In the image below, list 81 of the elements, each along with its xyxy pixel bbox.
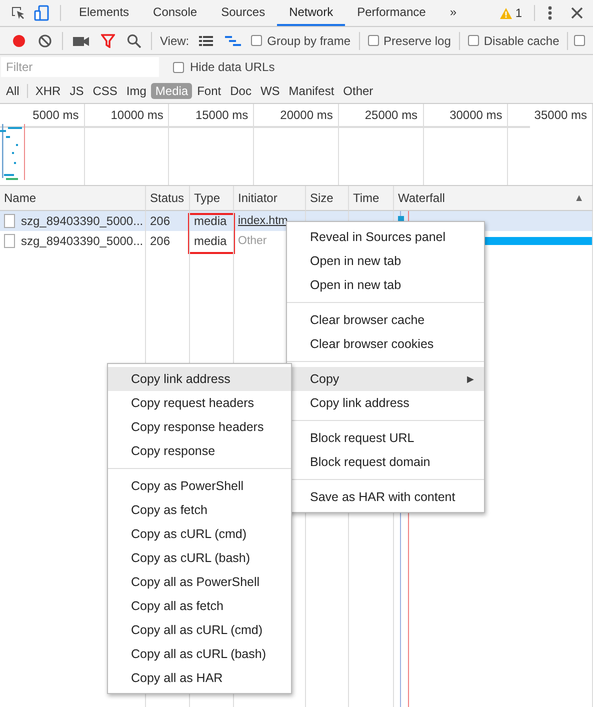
menu-item[interactable]: Open in new tab	[287, 249, 484, 273]
menu-item[interactable]: Copy response	[108, 439, 291, 463]
time-tick: 10000 ms	[110, 108, 164, 122]
checkbox[interactable]	[574, 35, 586, 46]
menu-item[interactable]: Copy as PowerShell	[108, 474, 291, 498]
file-icon	[4, 234, 15, 248]
menu-item[interactable]: Copy all as cURL (cmd)	[108, 618, 291, 642]
request-name[interactable]: szg_89403390_5000...	[21, 234, 144, 248]
menu-item[interactable]: Reveal in Sources panel	[287, 225, 484, 249]
more-tabs-button[interactable]: »	[438, 0, 468, 26]
type-filter[interactable]: Other	[339, 83, 378, 99]
time-tick: 25000 ms	[364, 108, 418, 122]
close-icon[interactable]	[571, 7, 583, 19]
panel-tab[interactable]: Console	[141, 0, 210, 26]
table-cell: media	[194, 234, 227, 248]
menu-item-label: Copy	[310, 372, 340, 386]
type-filter[interactable]: Img	[122, 83, 150, 99]
record-stop-icon[interactable]	[12, 34, 26, 48]
panel-tab[interactable]: Sources	[209, 0, 278, 26]
inspect-icon[interactable]	[10, 5, 26, 21]
table-cell: Other	[238, 235, 267, 247]
type-filter[interactable]: Doc	[226, 83, 256, 99]
type-filter[interactable]: All	[2, 83, 24, 99]
menu-item[interactable]: Copy as fetch	[108, 498, 291, 522]
time-tick: 20000 ms	[280, 108, 333, 122]
table-cell: 206	[150, 234, 170, 248]
checkbox[interactable]	[251, 35, 262, 46]
camera-icon[interactable]	[73, 34, 89, 46]
column-header[interactable]: Waterfall	[398, 191, 445, 205]
type-filter[interactable]: Font	[193, 83, 226, 99]
checkbox[interactable]	[368, 35, 379, 46]
device-icon[interactable]	[34, 5, 50, 21]
time-tick: 35000 ms	[534, 108, 587, 122]
menu-item[interactable]: Copy as cURL (cmd)	[108, 522, 291, 546]
checkbox[interactable]	[173, 62, 184, 72]
list-view-icon[interactable]	[199, 34, 214, 46]
filter-field[interactable]: Filter	[1, 57, 159, 77]
menu-item[interactable]: Clear browser cache	[287, 308, 484, 332]
type-filter[interactable]: CSS	[88, 83, 122, 99]
clear-icon[interactable]	[38, 34, 52, 48]
request-name[interactable]: szg_89403390_5000...	[21, 214, 144, 228]
type-filter[interactable]: XHR	[31, 83, 65, 99]
highlight-box	[188, 213, 235, 254]
warning-counter[interactable]: 1	[494, 0, 528, 26]
menu-item[interactable]: Copy request headers	[108, 391, 291, 415]
menu-item[interactable]: Clear browser cookies	[287, 332, 484, 356]
checkbox-label: Hide data URLs	[190, 60, 275, 74]
activity-drawing	[0, 122, 26, 180]
warning-icon	[500, 8, 512, 18]
time-tick: 30000 ms	[450, 108, 502, 122]
view-label: View:	[159, 34, 190, 48]
checkbox-label: Disable cache	[484, 34, 560, 48]
submenu-arrow-icon: ▶	[467, 374, 474, 384]
menu-item[interactable]: Open in new tab	[287, 273, 484, 297]
waterfall-view-icon[interactable]	[225, 34, 242, 46]
column-header[interactable]: Name	[4, 191, 36, 205]
menu-item[interactable]: Copy response headers	[108, 415, 291, 439]
panel-tab[interactable]: Elements	[67, 0, 142, 26]
initiator-link[interactable]: index.htm	[238, 215, 288, 227]
menu-item[interactable]: Copy all as HAR	[108, 666, 291, 690]
menu-item[interactable]: Copy all as PowerShell	[108, 570, 291, 594]
menu-item[interactable]: Copy link address	[108, 367, 291, 391]
time-tick: 15000 ms	[195, 108, 248, 122]
panel-tab[interactable]: Performance	[345, 0, 438, 26]
table-cell: media	[194, 214, 227, 228]
time-tick: 5000 ms	[32, 108, 79, 122]
type-filter[interactable]: Manifest	[284, 83, 338, 99]
warning-count: 1	[515, 6, 522, 20]
checkbox-label: Preserve log	[384, 34, 451, 48]
search-icon[interactable]	[127, 34, 141, 48]
file-icon	[4, 214, 15, 228]
checkbox[interactable]	[468, 35, 479, 46]
filter-icon[interactable]	[101, 34, 115, 48]
menu-item[interactable]: Copy as cURL (bash)	[108, 546, 291, 570]
type-filter[interactable]: JS	[66, 83, 88, 99]
sort-arrow-icon[interactable]: ▲	[574, 192, 588, 204]
table-cell: 206	[150, 214, 170, 228]
menu-item[interactable]: Copy all as fetch	[108, 594, 291, 618]
type-filter[interactable]: WS	[256, 83, 284, 99]
menu-item[interactable]: Copy all as cURL (bash)	[108, 642, 291, 666]
checkbox-label: Group by frame	[267, 34, 351, 48]
